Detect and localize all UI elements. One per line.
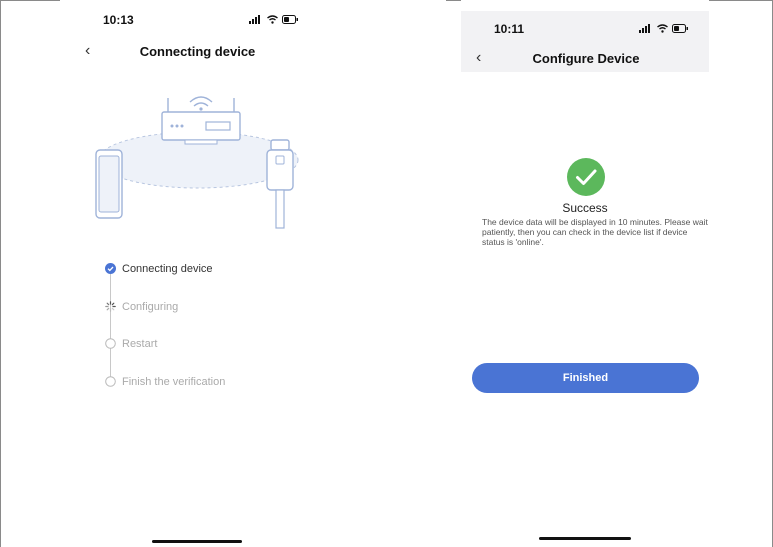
finished-button[interactable]: Finished: [472, 363, 699, 393]
back-chevron-icon[interactable]: ‹: [476, 50, 481, 66]
status-time: 10:13: [103, 13, 134, 27]
frame-left: [0, 0, 1, 547]
battery-icon: [282, 15, 298, 24]
empty-circle-icon: [105, 376, 116, 387]
step-label-configuring: Configuring: [122, 301, 179, 313]
home-indicator: [152, 540, 242, 543]
step-label-finish: Finish the verification: [122, 376, 226, 388]
wifi-dongle-icon: [266, 139, 294, 229]
page-title: Configure Device: [532, 51, 640, 66]
configure-device-screen: 10:11 ‹ Configure Device Success The dev…: [461, 0, 709, 547]
check-circle-icon: [105, 263, 116, 274]
connecting-device-screen: 10:13 ‹ Connecting device Connecting dev…: [60, 0, 310, 547]
signal-icon: [249, 15, 260, 24]
home-indicator: [539, 537, 631, 540]
phone-icon: [95, 149, 123, 219]
success-check-icon: [567, 158, 605, 196]
step-label-restart: Restart: [122, 338, 158, 350]
step-connector: [110, 274, 111, 378]
back-chevron-icon[interactable]: ‹: [85, 43, 90, 59]
status-icons: [249, 15, 299, 24]
signal-icon: [639, 24, 650, 33]
page-title: Connecting device: [139, 44, 256, 59]
success-message: The device data will be displayed in 10 …: [482, 217, 708, 247]
wifi-icon: [657, 24, 668, 33]
success-title: Success: [562, 201, 608, 215]
status-icons: [639, 24, 689, 33]
wifi-icon: [267, 15, 278, 24]
loading-spinner-icon: [105, 301, 116, 312]
status-time: 10:11: [494, 22, 525, 36]
router-icon: [161, 96, 241, 145]
step-label-connecting: Connecting device: [122, 263, 213, 275]
battery-icon: [672, 24, 688, 33]
empty-circle-icon: [105, 338, 116, 349]
device-connection-illustration: [95, 96, 299, 229]
